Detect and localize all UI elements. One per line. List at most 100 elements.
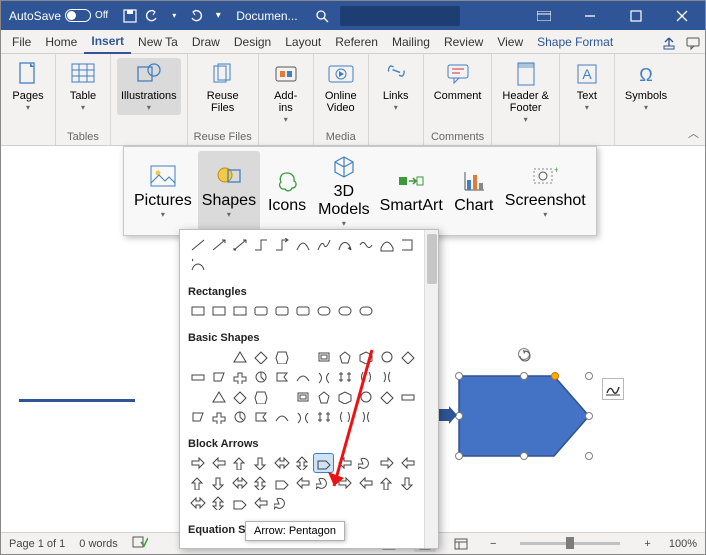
shape-option[interactable] <box>230 348 249 366</box>
shape-option[interactable] <box>335 454 354 472</box>
gallery-scrollbar[interactable] <box>424 230 438 548</box>
screenshot-button[interactable]: + Screenshot▾ <box>501 151 590 231</box>
shape-option[interactable] <box>272 348 291 366</box>
zoom-slider-thumb[interactable] <box>566 537 574 549</box>
tab-review[interactable]: Review <box>437 31 490 53</box>
shape-option[interactable] <box>272 494 291 512</box>
shape-option[interactable] <box>377 388 396 406</box>
shape-option[interactable] <box>356 236 375 254</box>
tab-design[interactable]: Design <box>227 31 278 53</box>
shape-option[interactable] <box>335 474 354 492</box>
ribbon-display-options-icon[interactable] <box>521 1 567 30</box>
shape-option[interactable] <box>335 302 354 320</box>
shape-option[interactable] <box>188 408 207 426</box>
shape-option[interactable] <box>335 388 354 406</box>
online-video-button[interactable]: Online Video <box>320 58 362 116</box>
illustrations-button[interactable]: Illustrations▾ <box>117 58 181 115</box>
shape-option[interactable] <box>293 348 312 366</box>
shape-option[interactable] <box>209 454 228 472</box>
tab-insert[interactable]: Insert <box>84 30 131 54</box>
share-icon[interactable] <box>657 36 681 53</box>
shape-option[interactable] <box>188 236 207 254</box>
shape-option[interactable] <box>398 236 417 254</box>
undo-icon[interactable] <box>144 8 160 24</box>
symbols-button[interactable]: Ω Symbols▾ <box>621 58 671 115</box>
shape-option[interactable] <box>293 368 312 386</box>
shape-option[interactable] <box>314 302 333 320</box>
user-account[interactable] <box>340 6 460 26</box>
shape-option[interactable] <box>251 474 270 492</box>
tab-file[interactable]: File <box>5 31 38 53</box>
shape-option[interactable] <box>230 236 249 254</box>
resize-handle[interactable] <box>455 452 463 460</box>
shape-option[interactable] <box>356 454 375 472</box>
shape-option[interactable] <box>272 388 291 406</box>
addins-button[interactable]: Add- ins▾ <box>265 58 307 127</box>
shape-option[interactable] <box>356 388 375 406</box>
shape-option[interactable] <box>251 408 270 426</box>
shape-option[interactable] <box>188 388 207 406</box>
shape-option[interactable] <box>377 368 396 386</box>
shape-option[interactable] <box>335 368 354 386</box>
shape-option[interactable] <box>314 408 333 426</box>
shape-option[interactable] <box>251 348 270 366</box>
shape-option[interactable] <box>230 368 249 386</box>
shape-option[interactable] <box>188 474 207 492</box>
shape-option[interactable] <box>314 454 333 472</box>
shape-option[interactable] <box>293 302 312 320</box>
shape-option[interactable] <box>188 348 207 366</box>
layout-options-button[interactable] <box>602 378 624 400</box>
shape-option[interactable] <box>209 348 228 366</box>
comments-icon[interactable] <box>681 36 705 53</box>
text-button[interactable]: A Text▾ <box>566 58 608 115</box>
shape-option[interactable] <box>398 474 417 492</box>
pages-button[interactable]: Pages▾ <box>7 58 49 115</box>
shape-option[interactable] <box>356 368 375 386</box>
shape-option[interactable] <box>251 302 270 320</box>
scrollbar-thumb[interactable] <box>427 234 437 284</box>
table-button[interactable]: Table▾ <box>62 58 104 115</box>
header-footer-button[interactable]: Header & Footer▾ <box>498 58 552 127</box>
pictures-button[interactable]: Pictures▾ <box>130 151 196 231</box>
word-count[interactable]: 0 words <box>79 538 118 550</box>
shape-option[interactable] <box>398 454 417 472</box>
shape-option[interactable] <box>230 454 249 472</box>
rotation-handle[interactable] <box>518 348 530 360</box>
shape-option[interactable] <box>356 302 375 320</box>
resize-handle[interactable] <box>585 452 593 460</box>
save-icon[interactable] <box>122 8 138 24</box>
shape-option[interactable] <box>209 368 228 386</box>
shape-option[interactable] <box>398 388 417 406</box>
shape-option[interactable] <box>188 256 207 274</box>
chart-button[interactable]: Chart <box>449 151 499 231</box>
comment-button[interactable]: Comment <box>430 58 486 104</box>
resize-handle[interactable] <box>585 412 593 420</box>
close-button[interactable] <box>659 1 705 30</box>
tab-shape-format[interactable]: Shape Format <box>530 31 620 53</box>
resize-handle[interactable] <box>585 372 593 380</box>
shape-option[interactable] <box>335 236 354 254</box>
selected-shape-pentagon-arrow[interactable] <box>459 376 589 456</box>
tab-draw[interactable]: Draw <box>185 31 227 53</box>
shape-option[interactable] <box>209 494 228 512</box>
adjustment-handle[interactable] <box>551 372 559 380</box>
shape-option[interactable] <box>209 408 228 426</box>
3d-models-button[interactable]: 3D Models▾ <box>314 151 374 231</box>
shape-option[interactable] <box>230 474 249 492</box>
shape-option[interactable] <box>230 408 249 426</box>
undo-dropdown-icon[interactable]: ▾ <box>166 8 182 24</box>
shape-option[interactable] <box>314 348 333 366</box>
shape-option[interactable] <box>293 474 312 492</box>
resize-handle[interactable] <box>520 452 528 460</box>
shape-option[interactable] <box>356 474 375 492</box>
page-indicator[interactable]: Page 1 of 1 <box>9 538 65 550</box>
shape-option[interactable] <box>251 494 270 512</box>
tab-layout[interactable]: Layout <box>278 31 328 53</box>
autosave-toggle[interactable]: AutoSave Off <box>1 9 116 23</box>
redo-icon[interactable] <box>188 8 204 24</box>
shape-option[interactable] <box>188 494 207 512</box>
shape-option[interactable] <box>230 302 249 320</box>
shape-option[interactable] <box>272 236 291 254</box>
shape-option[interactable] <box>398 348 417 366</box>
shape-option[interactable] <box>356 408 375 426</box>
